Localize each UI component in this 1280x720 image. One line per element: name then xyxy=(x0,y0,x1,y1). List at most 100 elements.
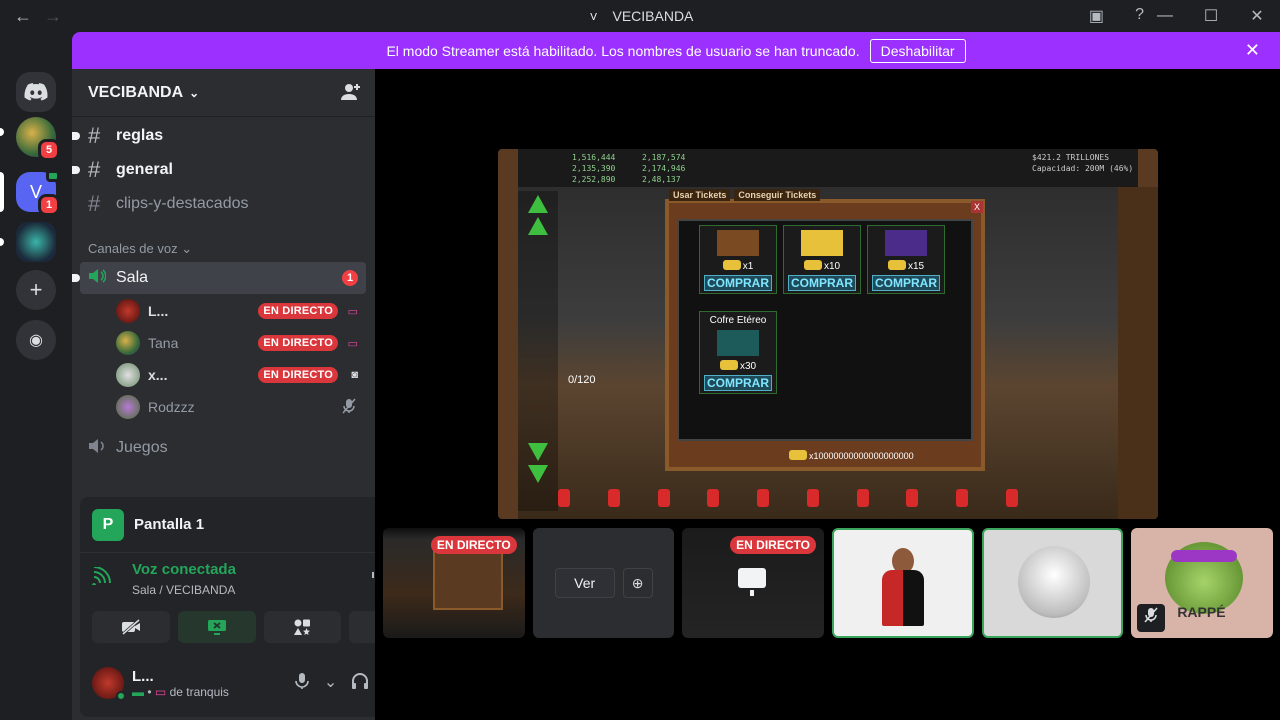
stream-tile-game[interactable]: EN DIRECTO xyxy=(383,528,525,638)
shop-item: Cofre Etéreo x30 COMPRAR xyxy=(699,311,777,394)
ticket-icon xyxy=(719,360,738,370)
stream-tile-screen[interactable]: EN DIRECTO xyxy=(682,528,824,638)
game-sidebar xyxy=(1118,187,1158,519)
disable-streamer-button[interactable]: Deshabilitar xyxy=(869,38,966,63)
plus-icon: + xyxy=(29,277,43,302)
voice-channel-sala[interactable]: Sala 1 xyxy=(72,262,366,294)
vr-headset-icon: ◙ xyxy=(351,369,358,381)
add-server-button[interactable]: + xyxy=(16,270,56,310)
avatar xyxy=(116,395,140,419)
activities-icon xyxy=(294,619,311,635)
minimize-button[interactable]: — xyxy=(1142,7,1188,25)
modal-tabs: Usar Tickets Conseguir Tickets xyxy=(669,189,821,201)
item-cost: x30 xyxy=(700,360,776,372)
watch-button[interactable]: Ver xyxy=(554,568,615,598)
item-cost-value: x15 xyxy=(907,261,925,272)
voice-category[interactable]: Canales de voz ⌄ xyxy=(88,241,192,257)
invite-people-icon[interactable] xyxy=(341,83,361,106)
server-mini-icon: V xyxy=(590,12,597,23)
avatar[interactable] xyxy=(92,667,126,701)
avatar-mask xyxy=(1171,550,1238,562)
buy-button-label: COMPRAR xyxy=(704,375,772,391)
voice-user[interactable]: x... EN DIRECTO ◙ xyxy=(116,361,366,389)
channel-label: clips-y-destacados xyxy=(116,195,249,212)
mic-muted-icon xyxy=(342,398,356,417)
guild-header[interactable]: VECIBANDA ⌄ xyxy=(72,69,375,117)
participant-tile[interactable] xyxy=(831,528,974,638)
game-units-row xyxy=(558,489,1018,507)
maximize-button[interactable]: ☐ xyxy=(1188,6,1234,26)
resource-value: 2,187,574 xyxy=(642,153,686,162)
channel-clips-y-destacados[interactable]: # clips-y-destacados xyxy=(80,188,366,220)
home-button[interactable] xyxy=(16,72,56,112)
live-badge: EN DIRECTO xyxy=(430,536,517,554)
shop-grid: x1 COMPRAR x10 COMPRAR x15 COMPRAR Cofre… xyxy=(677,219,973,441)
avatar xyxy=(1017,546,1090,618)
item-title: Cofre Etéreo xyxy=(709,315,767,326)
chest-icon xyxy=(717,330,759,356)
watch-together-icon[interactable]: ⊕ xyxy=(622,568,653,598)
screen-share-button[interactable] xyxy=(177,611,256,643)
stream-stage: 1,516,444 2,135,390 2,252,890 2,187,574 … xyxy=(375,69,1280,720)
voice-channel-juegos[interactable]: Juegos xyxy=(80,432,366,464)
resource-value: 2,48,137 xyxy=(642,175,681,184)
channel-reglas[interactable]: # reglas xyxy=(72,120,366,152)
server-icon-a[interactable]: 5 xyxy=(16,117,60,161)
window-title-text: VECIBANDA xyxy=(612,8,694,24)
category-label: Canales de voz xyxy=(88,241,178,256)
camera-off-button[interactable] xyxy=(92,611,170,643)
participant-tile[interactable]: RAPPÉ xyxy=(1131,528,1273,638)
channel-sidebar: VECIBANDA ⌄ # reglas # general # clips-y… xyxy=(72,69,439,720)
unit-sprite xyxy=(956,489,969,507)
chevron-down-icon[interactable]: ⌄ xyxy=(324,672,337,695)
buy-button-label: COMPRAR xyxy=(704,275,772,291)
monitor-stand xyxy=(750,590,755,596)
shop-item: x15 COMPRAR xyxy=(867,225,945,294)
voice-location[interactable]: Sala / VECIBANDA xyxy=(132,583,235,597)
online-status-icon xyxy=(116,691,126,701)
user-status: ▬ • ▭ de tranquis xyxy=(132,684,229,699)
avatar xyxy=(116,299,140,323)
unit-sprite xyxy=(906,489,919,507)
voice-user[interactable]: L... EN DIRECTO ▭ xyxy=(116,297,366,325)
resource-value: 2,252,890 xyxy=(572,175,616,184)
live-badge: EN DIRECTO xyxy=(258,335,338,351)
game-elevator-controls xyxy=(518,191,558,511)
signal-icon[interactable] xyxy=(92,566,120,590)
streaming-icon: ▭ xyxy=(347,337,358,350)
voice-user[interactable]: Rodzzz xyxy=(116,393,366,421)
user-info[interactable]: L... ▬ • ▭ de tranquis xyxy=(132,668,229,699)
unread-indicator xyxy=(72,166,80,174)
selected-pill xyxy=(0,172,4,212)
channel-label: Sala xyxy=(116,269,149,286)
screen-share-name: Pantalla 1 xyxy=(134,516,205,533)
server-mention-badge: 1 xyxy=(38,194,60,216)
voice-status-title[interactable]: Voz conectada xyxy=(132,561,236,578)
item-cost: x10 xyxy=(784,260,860,272)
server-icon-c[interactable] xyxy=(16,222,56,262)
close-icon[interactable]: ✕ xyxy=(1245,40,1260,61)
voice-user[interactable]: Tana EN DIRECTO ▭ xyxy=(116,329,366,357)
down-arrow-icon xyxy=(528,443,548,461)
activities-button[interactable] xyxy=(263,611,342,643)
stream-video[interactable]: 1,516,444 2,135,390 2,252,890 2,187,574 … xyxy=(498,149,1158,519)
microphone-icon[interactable] xyxy=(294,672,310,695)
avatar-body xyxy=(881,570,924,626)
ticket-balance-value: x10000000000000000000 xyxy=(809,451,914,461)
participant-tile[interactable] xyxy=(981,528,1124,638)
camera-off-icon xyxy=(121,619,140,635)
explore-button[interactable]: ◉ xyxy=(16,320,56,360)
channel-general[interactable]: # general xyxy=(72,154,366,186)
tab-usar-tickets: Usar Tickets xyxy=(669,189,731,201)
headset-icon[interactable] xyxy=(351,672,369,695)
discord-logo-icon xyxy=(24,83,48,101)
live-badge: EN DIRECTO xyxy=(730,536,816,554)
voice-user-name: x... xyxy=(148,367,168,383)
inbox-icon[interactable]: ▣ xyxy=(1089,6,1104,26)
server-icon-vecibanda[interactable]: V 1 xyxy=(16,170,60,216)
close-window-button[interactable]: ✕ xyxy=(1234,6,1280,26)
streaming-icon: ▭ xyxy=(154,684,167,699)
avatar xyxy=(116,331,140,355)
unit-sprite xyxy=(707,489,720,507)
up-arrow-icon xyxy=(528,217,548,235)
